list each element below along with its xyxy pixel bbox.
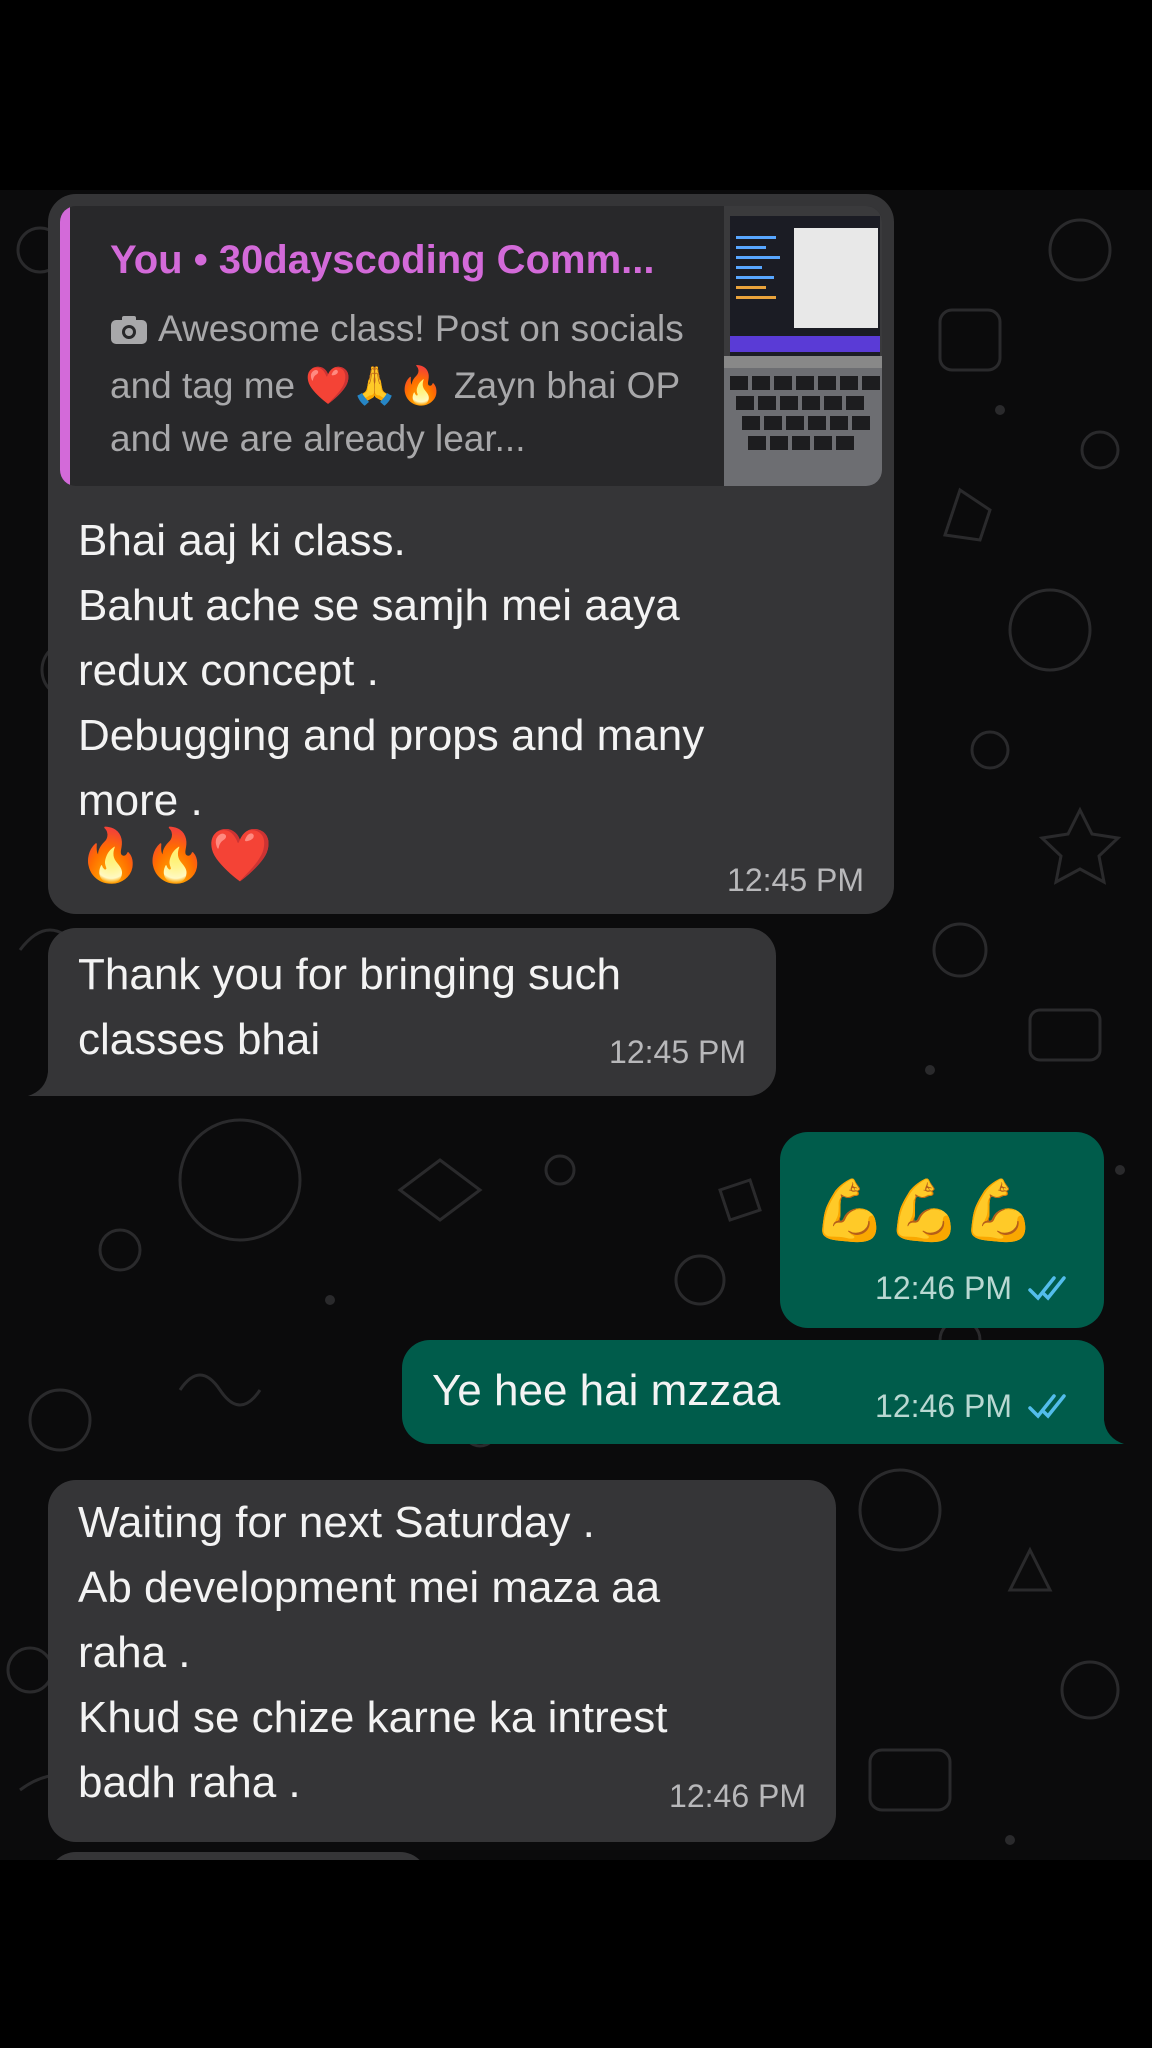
message-bubble-incoming[interactable]: You • 30dayscoding Comm... Awesome class… (48, 194, 894, 914)
message-bubble-incoming-partial[interactable] (48, 1852, 428, 1860)
read-receipt-ticks-icon (1028, 1276, 1066, 1301)
quoted-reply[interactable]: You • 30dayscoding Comm... Awesome class… (60, 206, 882, 486)
chat-background: You • 30dayscoding Comm... Awesome class… (0, 190, 1152, 1860)
message-bubble-outgoing[interactable]: 💪💪💪 12:46 PM (780, 1132, 1104, 1328)
message-time: 12:45 PM (609, 1034, 746, 1070)
camera-icon (110, 306, 148, 359)
bubble-tail (28, 1072, 58, 1096)
quoted-text: Awesome class! Post on socials and tag m… (110, 302, 750, 465)
message-bubble-incoming[interactable]: Waiting for next Saturday . Ab developme… (48, 1480, 836, 1842)
laptop-photo-thumbnail[interactable] (724, 206, 882, 486)
message-bubble-incoming[interactable]: Thank you for bringing such classes bhai… (48, 928, 776, 1096)
bubble-tail (1094, 1420, 1124, 1444)
message-text: Waiting for next Saturday . Ab developme… (78, 1498, 668, 1807)
message-bubble-outgoing[interactable]: Ye hee hai mzzaa 12:46 PM (402, 1340, 1104, 1444)
message-text: Ye hee hai mzzaa (432, 1366, 781, 1415)
message-time: 12:45 PM (727, 862, 864, 898)
read-receipt-ticks-icon (1028, 1394, 1066, 1419)
quoted-author: You • 30dayscoding Comm... (110, 238, 655, 282)
message-emoji: 💪💪💪 (812, 1176, 1037, 1246)
message-text: Bhai aaj ki class. Bahut ache se samjh m… (78, 516, 705, 825)
message-emoji: 🔥🔥❤️ (78, 826, 273, 886)
quoted-text-content: Awesome class! Post on socials and tag m… (110, 308, 684, 459)
message-time: 12:46 PM (669, 1778, 806, 1814)
message-time: 12:46 PM (875, 1270, 1012, 1306)
quote-accent-bar (60, 206, 70, 486)
message-time: 12:46 PM (875, 1388, 1012, 1424)
